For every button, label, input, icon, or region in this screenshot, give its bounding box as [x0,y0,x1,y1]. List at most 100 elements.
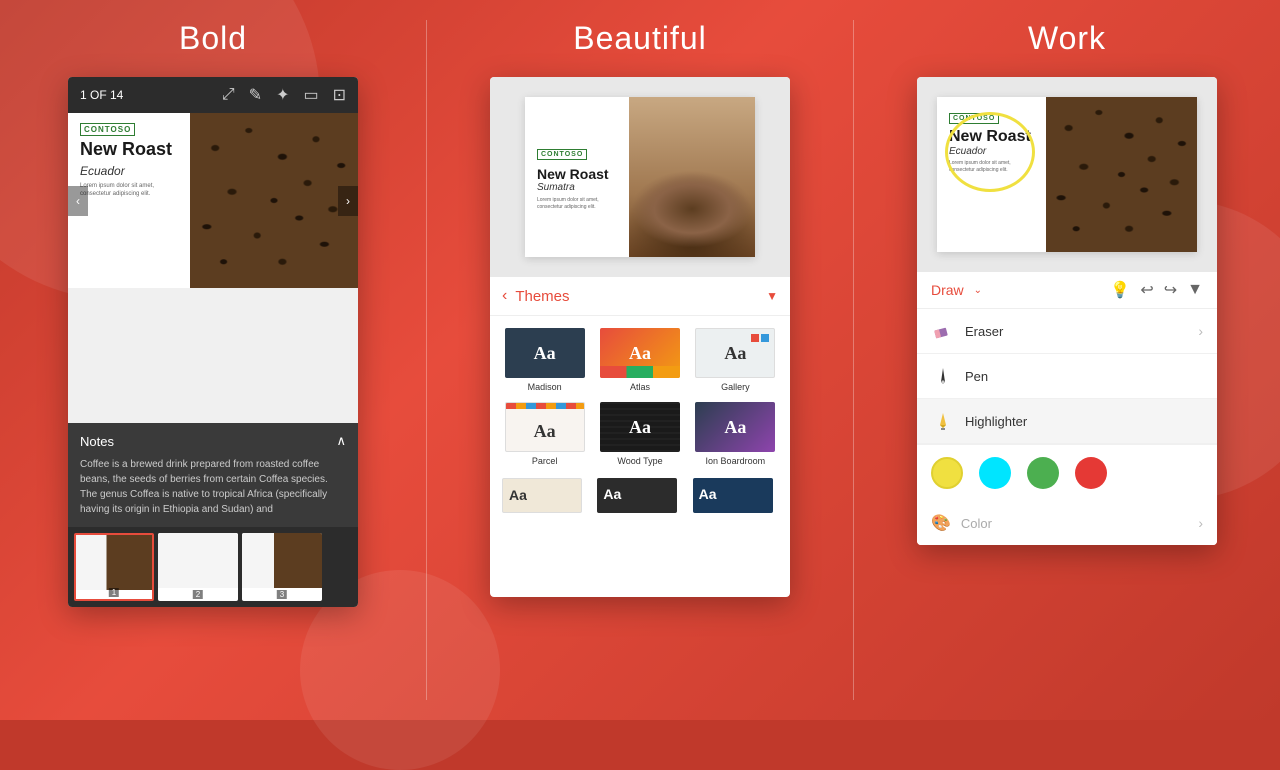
middle-slide-image [629,97,756,257]
highlighter-label: Highlighter [965,414,1203,429]
thumbnail-2[interactable]: 2 [158,533,238,601]
draw-bulb-icon[interactable]: 💡 [1110,280,1130,300]
theme-woodtype-texture [600,402,680,452]
themes-more-row: Aa Aa Aa [490,478,790,525]
theme-partial-3[interactable]: Aa [693,478,773,513]
slide-toolbar: 1 OF 14 ⤢ ✎ ✦ ▭ ⊡ [68,77,358,113]
notes-collapse-icon[interactable]: ∧ [336,433,346,449]
toolbar-present-icon[interactable]: ▭ [303,85,318,105]
column-work-title: Work [1028,20,1106,57]
theme-parcel-stripes [506,403,584,409]
middle-slide-title: New Roast [537,166,617,182]
tool-highlighter[interactable]: Highlighter [917,399,1217,444]
tool-eraser[interactable]: Eraser › [917,309,1217,354]
theme-ion[interactable]: Aa Ion Boardroom [693,402,778,466]
thumbnail-1[interactable]: 1 [74,533,154,601]
theme-partial-1[interactable]: Aa [502,478,582,513]
slide-logo: CONTOSO [80,123,135,136]
color-swatch-cyan[interactable] [979,457,1011,489]
toolbar-pen-icon[interactable]: ✎ [249,85,262,105]
column-beautiful: Beautiful CONTOSO New Roast Sumatra Lore… [427,0,853,720]
theme-madison-preview: Aa [505,328,585,378]
color-option-row[interactable]: 🎨 Color › [917,501,1217,545]
right-slide-subtitle: Ecuador [949,146,1034,157]
tool-list: Eraser › Pen [917,309,1217,545]
color-option-chevron-icon: › [1198,515,1203,531]
thumb-1-number: 1 [109,588,119,597]
right-slide-card: CONTOSO New Roast Ecuador Lorem ipsum do… [937,97,1197,252]
middle-slide-subtitle: Sumatra [537,182,617,193]
theme-parcel[interactable]: Aa Parcel [502,402,587,466]
theme-atlas-preview: Aa [600,328,680,378]
right-coffee-beans [1046,97,1197,252]
color-swatch-green[interactable] [1027,457,1059,489]
block-blue [761,334,769,342]
slide-main: ‹ CONTOSO New Roast Ecuador Lorem ipsum … [68,113,358,423]
pen-icon [931,364,955,388]
right-slide-logo: CONTOSO [949,113,999,124]
pen-label: Pen [965,369,1203,384]
coffee-beans-visual [190,113,358,288]
theme-parcel-aa: Aa [534,421,556,442]
theme-madison[interactable]: Aa Madison [502,328,587,392]
theme-atlas-bars [600,366,680,378]
middle-slide-body: Lorem ipsum dolor sit amet, consectetur … [537,197,617,211]
slide-body-text: Lorem ipsum dolor sit amet, consectetur … [80,182,178,199]
notes-text: Coffee is a brewed drink prepared from r… [80,457,346,517]
draw-redo-icon[interactable]: ↪ [1164,280,1177,300]
slide-subtitle: Ecuador [80,164,178,178]
color-option-label: Color [961,516,1198,531]
thumb-2-number: 2 [193,590,203,599]
thumbnail-3[interactable]: 3 [242,533,322,601]
theme-parcel-name: Parcel [532,456,558,466]
color-swatch-yellow[interactable] [931,457,963,489]
toolbar-expand-icon[interactable]: ⤢ [222,86,235,104]
right-slide-body: Lorem ipsum dolor sit amet, consectetur … [949,160,1034,174]
right-slide-area: CONTOSO New Roast Ecuador Lorem ipsum do… [917,77,1217,272]
color-swatch-red[interactable] [1075,457,1107,489]
notes-header: Notes ∧ [80,433,346,449]
middle-slide-text: CONTOSO New Roast Sumatra Lorem ipsum do… [525,131,629,223]
tool-pen[interactable]: Pen [917,354,1217,399]
right-device-frame: CONTOSO New Roast Ecuador Lorem ipsum do… [917,77,1217,545]
highlighter-icon [931,409,955,433]
column-work: Work CONTOSO New Roast Ecuador Lorem ips… [854,0,1280,720]
theme-gallery[interactable]: Aa Gallery [693,328,778,392]
draw-chevron-icon[interactable]: ⌄ [974,285,982,296]
eraser-chevron-icon: › [1198,323,1203,339]
thumb-3-content [242,533,322,588]
theme-atlas[interactable]: Aa Atlas [597,328,682,392]
middle-slide-card: CONTOSO New Roast Sumatra Lorem ipsum do… [525,97,755,257]
thumb-2-content [158,533,238,588]
draw-more-icon[interactable]: ▼ [1187,281,1203,299]
slide-nav-left[interactable]: ‹ [68,186,88,216]
thumb-3-number: 3 [277,590,287,599]
column-bold: Bold 1 OF 14 ⤢ ✎ ✦ ▭ ⊡ ‹ CONTOSO New Roa… [0,0,426,720]
theme-madison-aa: Aa [534,343,556,364]
theme-woodtype[interactable]: Aa Wood Type [597,402,682,466]
theme-atlas-aa: Aa [629,343,651,364]
notes-panel: Notes ∧ Coffee is a brewed drink prepare… [68,423,358,527]
theme-gallery-preview: Aa [695,328,775,378]
themes-dropdown-arrow[interactable]: ▼ [766,289,778,303]
theme-partial-2[interactable]: Aa [597,478,677,513]
toolbar-highlight-icon[interactable]: ✦ [276,85,289,105]
column-bold-title: Bold [179,20,247,57]
notes-label: Notes [80,434,114,449]
slide-content: ‹ CONTOSO New Roast Ecuador Lorem ipsum … [68,113,358,288]
draw-undo-icon[interactable]: ↩ [1140,280,1153,300]
block-red [751,334,759,342]
themes-label: Themes [515,288,758,305]
right-slide-title: New Roast [949,128,1034,146]
slide-nav-right[interactable]: › [338,186,358,216]
right-slide-text: CONTOSO New Roast Ecuador Lorem ipsum do… [937,97,1046,252]
theme-gallery-blocks [751,334,769,342]
toolbar-cast-icon[interactable]: ⊡ [333,85,346,105]
themes-back-button[interactable]: ‹ [502,287,507,305]
right-slide-image [1046,97,1197,252]
background: Bold 1 OF 14 ⤢ ✎ ✦ ▭ ⊡ ‹ CONTOSO New Roa… [0,0,1280,720]
slide-counter: 1 OF 14 [80,88,123,102]
middle-device-frame: CONTOSO New Roast Sumatra Lorem ipsum do… [490,77,790,597]
thumbnail-strip: 1 2 3 [68,527,358,607]
slide-title: New Roast [80,140,178,160]
